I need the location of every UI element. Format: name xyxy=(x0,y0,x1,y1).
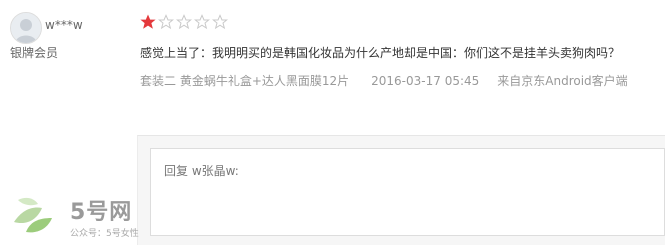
reply-label: 回复 w张晶w: xyxy=(164,164,239,178)
review-source: 来自京东Android客户端 xyxy=(497,74,628,88)
member-level: 银牌会员 xyxy=(10,46,59,60)
product-variant[interactable]: 套装二 黄金蜗牛礼盒+达人黑面膜12片 xyxy=(140,72,349,89)
star-icon xyxy=(157,14,175,30)
review-time: 2016-03-17 05:45 xyxy=(371,74,480,88)
star-icon xyxy=(193,14,211,30)
star-icon xyxy=(211,14,229,30)
avatar[interactable] xyxy=(10,12,42,44)
watermark: 5号网 公众号：5号女性 xyxy=(8,188,143,244)
review-meta: 套装二 黄金蜗牛礼盒+达人黑面膜12片 2016-03-17 05:45 来自京… xyxy=(140,72,628,89)
username: w***w xyxy=(45,18,83,32)
star-icon xyxy=(175,14,193,30)
star-icon xyxy=(140,14,156,30)
watermark-subtitle: 公众号：5号女性 xyxy=(70,229,139,239)
rating-stars xyxy=(140,14,229,30)
watermark-title: 5号网 xyxy=(70,200,133,225)
review-comment: 感觉上当了：我明明买的是韩国化妆品为什么产地却是中国：你们这不是挂羊头卖狗肉吗？ xyxy=(140,46,621,60)
avatar-image xyxy=(11,13,41,43)
leaf-logo-icon xyxy=(14,197,52,233)
